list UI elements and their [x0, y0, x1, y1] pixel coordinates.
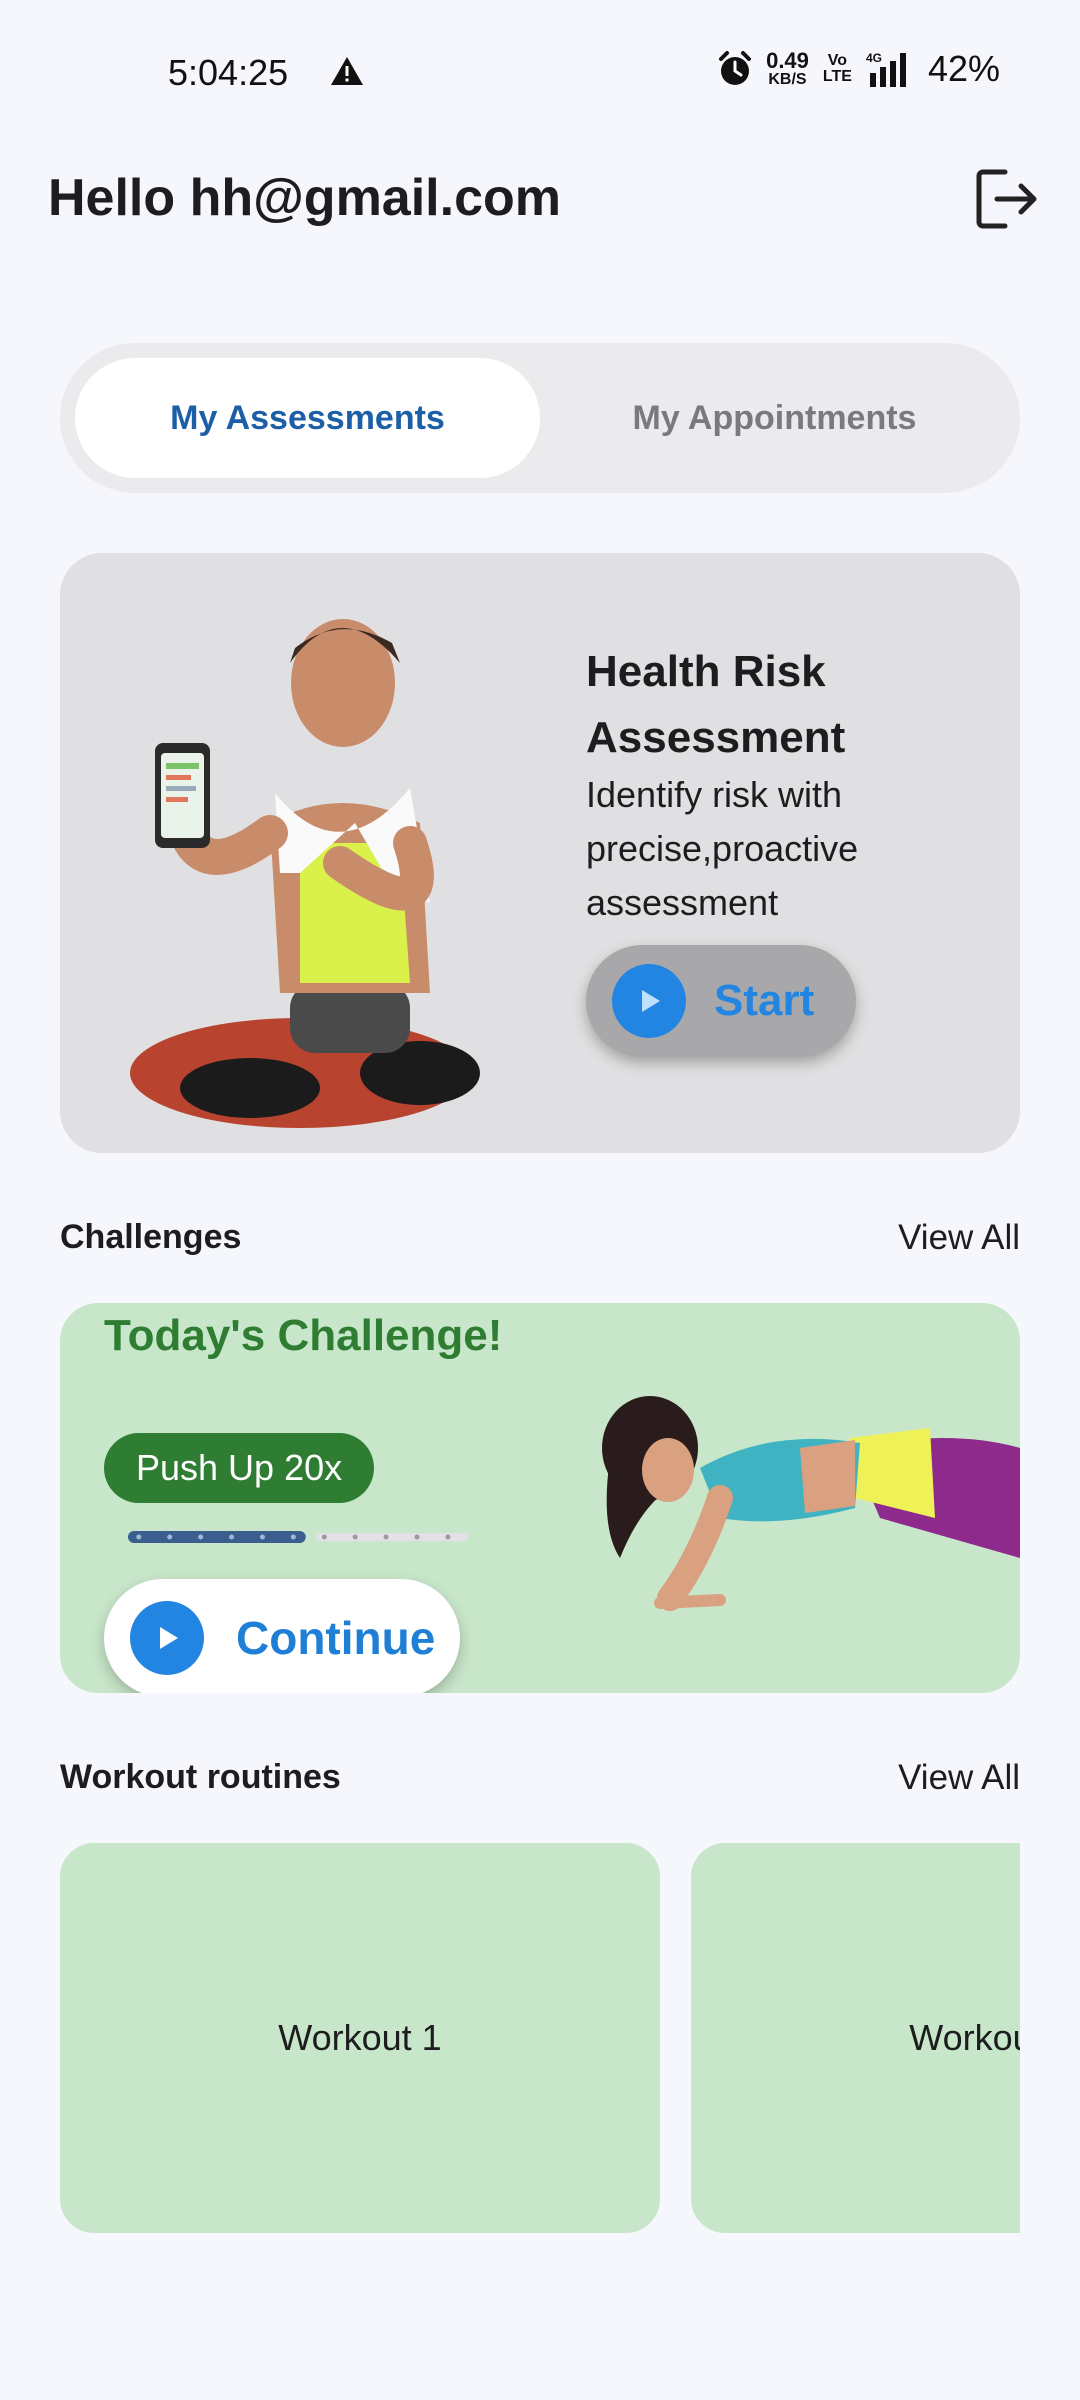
- status-time: 5:04:25: [168, 52, 289, 93]
- progress-remaining: [315, 1533, 468, 1541]
- progress-dot: [445, 1534, 451, 1540]
- continue-button-label: Continue: [236, 1612, 436, 1664]
- progress-dot: [290, 1534, 296, 1540]
- challenge-name-badge: Push Up 20x: [104, 1433, 375, 1503]
- workout-carousel[interactable]: Workout 1 Workout 2: [60, 1843, 1020, 2233]
- progress-dot: [136, 1534, 142, 1540]
- assessment-card: Health Risk Assessment Identify risk wit…: [60, 553, 1020, 1153]
- progress-dot: [167, 1534, 173, 1540]
- start-button-label: Start: [714, 976, 815, 1025]
- progress-dot: [321, 1534, 327, 1540]
- challenge-progress-bar: [128, 1531, 468, 1543]
- continue-button[interactable]: Continue: [104, 1579, 460, 1693]
- status-icons: 0.49 KB/S Vo LTE 4G 42%: [718, 48, 1000, 90]
- tab-my-appointments[interactable]: My Appointments: [542, 358, 1007, 478]
- workout-card-label: Workout 2: [909, 2017, 1020, 2058]
- workout-card[interactable]: Workout 1: [60, 1843, 660, 2233]
- volte-top: Vo: [827, 52, 848, 69]
- progress-dot: [229, 1534, 235, 1540]
- play-icon: [130, 1601, 204, 1675]
- volte-bottom: LTE: [822, 68, 852, 85]
- volte-indicator: Vo LTE: [823, 53, 852, 85]
- tab-my-assessments[interactable]: My Assessments: [75, 358, 540, 478]
- logout-icon[interactable]: [975, 168, 1039, 230]
- man-with-phone-illustration: [130, 619, 480, 1128]
- progress-dot: [352, 1534, 358, 1540]
- woman-pushup-illustration: [602, 1396, 1020, 1611]
- status-bar: 5:04:25 0.49 KB/S Vo LTE 4G 42%: [0, 0, 1080, 145]
- progress-dot: [383, 1534, 389, 1540]
- network-speed: 0.49 KB/S: [766, 50, 809, 88]
- battery-level: 42%: [927, 48, 1000, 89]
- assessment-title: Health Risk Assessment: [586, 647, 846, 762]
- warning-icon: [331, 57, 363, 85]
- assessment-description: Identify risk with precise,proactive ass…: [586, 774, 859, 923]
- play-icon: [612, 964, 686, 1038]
- greeting-title: Hello hh@gmail.com: [48, 169, 561, 227]
- progress-dot: [198, 1534, 204, 1540]
- workout-card[interactable]: Workout 2: [691, 1843, 1020, 2233]
- progress-dot: [259, 1534, 265, 1540]
- alarm-icon: [719, 51, 752, 85]
- challenges-view-all-link[interactable]: View All: [898, 1218, 1020, 1258]
- signal-icon: 4G: [866, 51, 906, 87]
- challenges-section-title: Challenges: [60, 1218, 242, 1256]
- challenge-card: Today's Challenge! Push Up 20x Continue: [60, 1303, 1020, 1693]
- workouts-section-title: Workout routines: [60, 1758, 341, 1796]
- start-button[interactable]: Start: [586, 945, 856, 1057]
- network-speed-value: 0.49: [766, 48, 809, 73]
- workout-card-label: Workout 1: [278, 2017, 442, 2058]
- challenge-heading: Today's Challenge!: [104, 1311, 503, 1360]
- workouts-view-all-link[interactable]: View All: [898, 1758, 1020, 1798]
- network-speed-unit: KB/S: [768, 71, 807, 88]
- progress-filled: [128, 1531, 306, 1543]
- tab-bar: My Assessments My Appointments: [60, 343, 1020, 493]
- network-type: 4G: [866, 51, 882, 65]
- progress-dot: [414, 1534, 420, 1540]
